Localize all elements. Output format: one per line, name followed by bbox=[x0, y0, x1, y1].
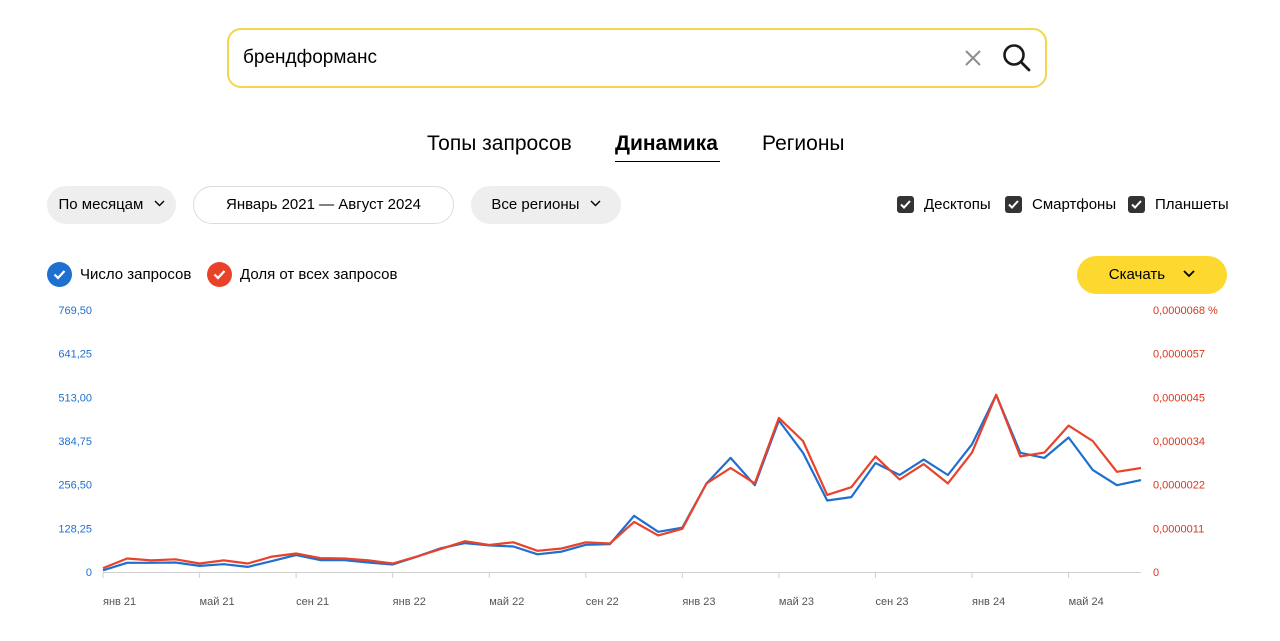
chevron-down-icon bbox=[154, 200, 164, 207]
checkbox-tablets-label: Планшеты bbox=[1155, 196, 1229, 213]
search-input[interactable] bbox=[243, 30, 943, 86]
download-label: Скачать bbox=[1108, 266, 1166, 283]
checkbox-tablets[interactable]: Планшеты bbox=[1128, 196, 1232, 214]
y-left-tick-label: 384,75 bbox=[58, 436, 92, 448]
x-tick-label: сен 22 bbox=[586, 596, 619, 608]
y-right-tick-label: 0,0000034 bbox=[1153, 436, 1205, 448]
y-left-tick-label: 513,00 bbox=[58, 392, 92, 404]
x-tick-label: сен 21 bbox=[296, 596, 329, 608]
x-tick-label: май 21 bbox=[200, 596, 235, 608]
y-left-tick-label: 641,25 bbox=[58, 349, 92, 361]
search-icon[interactable] bbox=[1001, 42, 1033, 74]
clear-icon[interactable] bbox=[959, 44, 987, 72]
x-tick-label: янв 24 bbox=[972, 596, 1005, 608]
checkbox-desktop-label: Десктопы bbox=[924, 196, 991, 213]
x-tick-label: май 23 bbox=[779, 596, 814, 608]
tab-regions[interactable]: Регионы bbox=[762, 132, 845, 156]
x-tick-label: янв 22 bbox=[393, 596, 426, 608]
tabs: Топы запросов Динамика Регионы bbox=[0, 132, 1280, 168]
active-tab-underline bbox=[615, 161, 720, 162]
tab-dynamics[interactable]: Динамика bbox=[615, 132, 718, 156]
y-left-tick-label: 128,25 bbox=[58, 523, 92, 535]
tab-top-queries[interactable]: Топы запросов bbox=[427, 132, 572, 156]
search-bar bbox=[227, 28, 1047, 88]
checkbox-smartphones[interactable]: Смартфоны bbox=[1005, 196, 1120, 214]
period-label: По месяцам bbox=[58, 196, 144, 213]
download-button[interactable]: Скачать bbox=[1077, 256, 1227, 294]
x-tick-label: май 22 bbox=[489, 596, 524, 608]
y-right-tick-label: 0,0000022 bbox=[1153, 480, 1205, 492]
legend-item-share[interactable]: Доля от всех запросов bbox=[207, 262, 402, 287]
chevron-down-icon bbox=[590, 200, 601, 207]
checkbox-smartphones-label: Смартфоны bbox=[1032, 196, 1117, 213]
y-right-tick-label: 0,0000057 bbox=[1153, 349, 1205, 361]
checkbox-desktop[interactable]: Десктопы bbox=[897, 196, 997, 214]
series-line-share bbox=[102, 393, 1142, 570]
x-tick-label: сен 23 bbox=[875, 596, 908, 608]
date-range-label: Январь 2021 — Август 2024 bbox=[226, 196, 421, 213]
line-chart: 0 128,25 256,50 384,75 513,00 641,25 769,50 0 0,… bbox=[58, 305, 1218, 608]
legend-item-queries[interactable]: Число запросов bbox=[47, 262, 197, 287]
y-right-tick-label: 0,0000045 bbox=[1153, 392, 1205, 404]
region-select[interactable]: Все регионы bbox=[471, 186, 621, 224]
checkbox-checked-icon bbox=[1128, 196, 1145, 213]
x-tick-label: янв 23 bbox=[682, 596, 715, 608]
period-select[interactable]: По месяцам bbox=[47, 186, 176, 224]
y-right-tick-label: 0,0000011 bbox=[1153, 523, 1204, 535]
legend-check-icon bbox=[47, 262, 72, 287]
checkbox-checked-icon bbox=[1005, 196, 1022, 213]
legend-check-icon bbox=[207, 262, 232, 287]
region-label: Все регионы bbox=[491, 196, 580, 213]
y-left-tick-label: 256,50 bbox=[58, 480, 92, 492]
legend-label: Число запросов bbox=[80, 266, 192, 283]
y-right-tick-label: 0 bbox=[1153, 567, 1159, 579]
checkbox-checked-icon bbox=[897, 196, 914, 213]
date-range-picker[interactable]: Январь 2021 — Август 2024 bbox=[193, 186, 454, 224]
y-left-tick-label: 769,50 bbox=[58, 305, 92, 317]
chevron-down-icon bbox=[1183, 269, 1195, 277]
legend-label: Доля от всех запросов bbox=[240, 266, 398, 283]
x-tick-label: май 24 bbox=[1069, 596, 1104, 608]
y-left-tick-label: 0 bbox=[86, 567, 92, 579]
y-right-tick-label: 0,0000068 % bbox=[1153, 305, 1218, 317]
x-tick-label: янв 21 bbox=[103, 596, 136, 608]
